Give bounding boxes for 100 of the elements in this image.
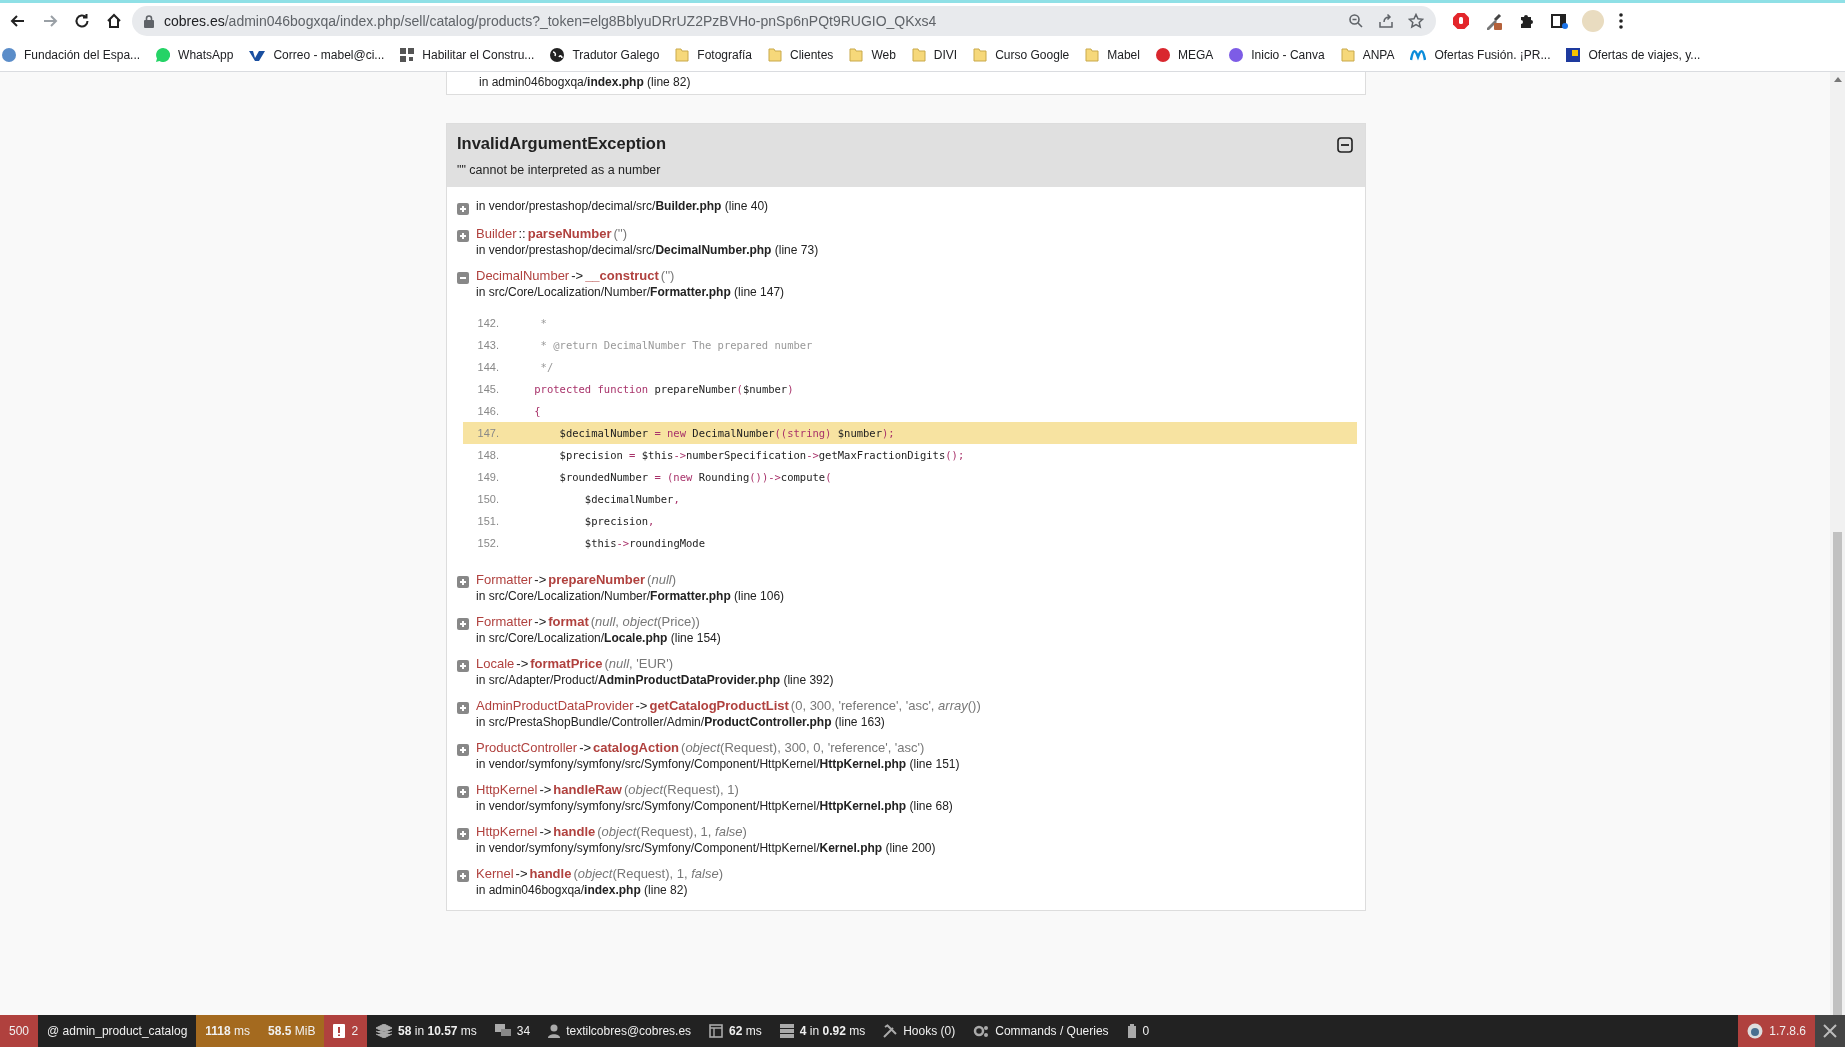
file-location: in vendor/prestashop/decimal/src/DecimalNumber.php (line 73): [476, 243, 819, 257]
toolbar-item[interactable]: 58 in 10.57 ms: [367, 1015, 486, 1047]
code-line: $roundedNumber = (new Rounding())->compute(: [558, 471, 832, 483]
function-name: catalogAction: [593, 740, 680, 755]
function-name: handleRaw: [553, 782, 622, 797]
class-name: AdminProductDataProvider: [476, 698, 634, 713]
function-arguments: (null, 'EUR'): [604, 656, 674, 671]
toolbar-item[interactable]: @ admin_product_catalog: [38, 1015, 197, 1047]
line-number: 144.: [476, 361, 499, 373]
line-number: 143.: [476, 339, 499, 351]
line-number: 145.: [476, 383, 499, 395]
function-name: __construct: [585, 268, 659, 283]
function-arguments: (''): [660, 268, 675, 283]
eyedropper-icon[interactable]: [1484, 11, 1504, 31]
function-arguments: (object(Request), 1, false): [597, 824, 747, 839]
bookmark[interactable]: Clientes: [768, 48, 834, 62]
bookmark[interactable]: ANPA: [1340, 48, 1395, 62]
class-name: Formatter: [476, 614, 533, 629]
code-line: $precision,: [583, 515, 655, 527]
puzzle-icon[interactable]: [1518, 12, 1536, 30]
expand-icon[interactable]: [457, 576, 469, 588]
bookmark[interactable]: Tradutor Galego: [550, 48, 660, 62]
toolbar-item[interactable]: 58.5 MiB: [259, 1015, 325, 1047]
file-location: in admin046bogxqa/index.php (line 82): [479, 75, 691, 89]
call-operator: ->: [539, 824, 552, 839]
scrollbar[interactable]: [1830, 72, 1845, 1015]
layers-icon: [376, 1024, 393, 1038]
expand-icon[interactable]: [457, 618, 469, 630]
toolbar-item[interactable]: 1118 ms: [196, 1015, 260, 1047]
bookmark[interactable]: MEGA: [1155, 48, 1214, 62]
call-operator: ->: [515, 866, 528, 881]
expand-icon[interactable]: [457, 744, 469, 756]
reload-icon: [73, 12, 91, 30]
zoom-icon[interactable]: [1348, 13, 1364, 29]
call-operator: ->: [571, 268, 584, 283]
class-name: DecimalNumber: [476, 268, 570, 283]
file-location: in vendor/symfony/symfony/src/Symfony/Component/HttpKernel/HttpKernel.php (line 68): [476, 799, 953, 813]
sidebar-icon[interactable]: [1550, 12, 1568, 30]
expand-icon[interactable]: [457, 870, 469, 882]
bookmark[interactable]: Correo - mabel@ci...: [249, 48, 385, 62]
toolbar-item[interactable]: 0: [1117, 1015, 1159, 1047]
class-name: ProductController: [476, 740, 578, 755]
bookmark[interactable]: Ofertas de viajes, y...: [1566, 48, 1701, 62]
bookmark[interactable]: Habilitar el Constru...: [400, 48, 535, 62]
function-name: handle: [529, 866, 572, 881]
line-number: 142.: [476, 317, 499, 329]
call-operator: ->: [516, 656, 529, 671]
toolbar-item[interactable]: 62 ms: [700, 1015, 771, 1047]
share-icon[interactable]: [1378, 13, 1394, 29]
toolbar-item[interactable]: 2: [324, 1015, 368, 1047]
line-number: 151.: [476, 515, 499, 527]
database-icon: [779, 1024, 794, 1038]
function-name: formatPrice: [530, 656, 603, 671]
scroll-up-icon[interactable]: [1833, 76, 1842, 82]
speech-bubbles-icon: [494, 1024, 511, 1038]
bookmark[interactable]: Curso Google: [973, 48, 1070, 62]
class-name: HttpKernel: [476, 782, 538, 797]
battery-icon: [1126, 1024, 1137, 1038]
toolbar-item[interactable]: textilcobres@cobres.es: [539, 1015, 701, 1047]
address-bar[interactable]: cobres.es/admin046bogxqa/index.php/sell/catalog/products?_token=elg8BblyuDRrUZ2PzBVHo-pnSp6nPQt9RUGIO_QKxs4: [132, 6, 1436, 36]
file-location: in src/Core/Localization/Number/Formatter.php (line 106): [476, 589, 785, 603]
code-line: */: [539, 361, 554, 373]
file-location: in src/PrestaShopBundle/Controller/Admin/ProductController.php (line 163): [476, 715, 886, 729]
bookmark[interactable]: Mabel: [1085, 48, 1140, 62]
call-operator: ->: [635, 698, 648, 713]
expand-icon[interactable]: [457, 702, 469, 714]
user-icon: [548, 1024, 561, 1038]
toolbar-item[interactable]: 34: [485, 1015, 540, 1047]
toolbar-item[interactable]: Hooks (0): [874, 1015, 965, 1047]
bookmark[interactable]: Inicio - Canva: [1229, 48, 1325, 62]
menu-icon[interactable]: [1618, 12, 1624, 30]
toolbar-item[interactable]: 500: [0, 1015, 39, 1047]
collapse-icon[interactable]: [1337, 137, 1353, 153]
star-icon[interactable]: [1408, 13, 1424, 29]
expand-icon[interactable]: [457, 786, 469, 798]
bookmark[interactable]: WhatsApp: [156, 48, 234, 62]
class-name: Kernel: [476, 866, 514, 881]
alert-icon: [333, 1024, 346, 1038]
line-number: 148.: [476, 449, 499, 461]
bookmark[interactable]: Web: [849, 48, 896, 62]
scrollbar-thumb[interactable]: [1833, 532, 1842, 1015]
gears-icon: [973, 1024, 990, 1038]
close-button[interactable]: [1815, 1015, 1845, 1047]
version-badge[interactable]: 1.7.8.6: [1738, 1015, 1815, 1047]
toolbar-item[interactable]: 4 in 0.92 ms: [770, 1015, 875, 1047]
stop-sign-icon[interactable]: [1452, 12, 1470, 30]
file-location: in vendor/symfony/symfony/src/Symfony/Component/HttpKernel/Kernel.php (line 200): [476, 841, 936, 855]
logo-icon: [1747, 1023, 1764, 1039]
line-number: 149.: [476, 471, 499, 483]
bookmark[interactable]: Ofertas Fusión. ¡PR...: [1410, 48, 1551, 62]
expand-icon[interactable]: [457, 828, 469, 840]
bookmark[interactable]: Fundación del Espa...: [2, 48, 141, 62]
toolbar-item[interactable]: Commands / Queries: [964, 1015, 1118, 1047]
code-line: $this->roundingMode: [583, 537, 705, 549]
expand-icon[interactable]: [457, 203, 469, 215]
expand-icon[interactable]: [457, 660, 469, 672]
bookmark[interactable]: Fotografía: [675, 48, 752, 62]
line-number: 147.: [476, 427, 499, 439]
bookmark[interactable]: DIVI: [911, 48, 958, 62]
expand-icon[interactable]: [457, 230, 469, 242]
